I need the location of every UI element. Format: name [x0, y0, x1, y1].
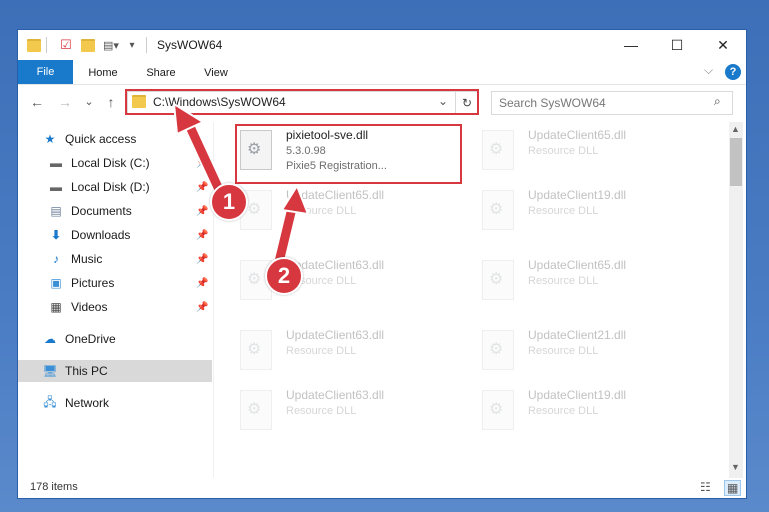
step-2-badge: 2 — [265, 257, 303, 295]
arrow-2 — [272, 183, 310, 269]
annotation-layer — [172, 102, 310, 269]
arrow-1 — [172, 102, 229, 203]
step-1-badge: 1 — [210, 183, 248, 221]
